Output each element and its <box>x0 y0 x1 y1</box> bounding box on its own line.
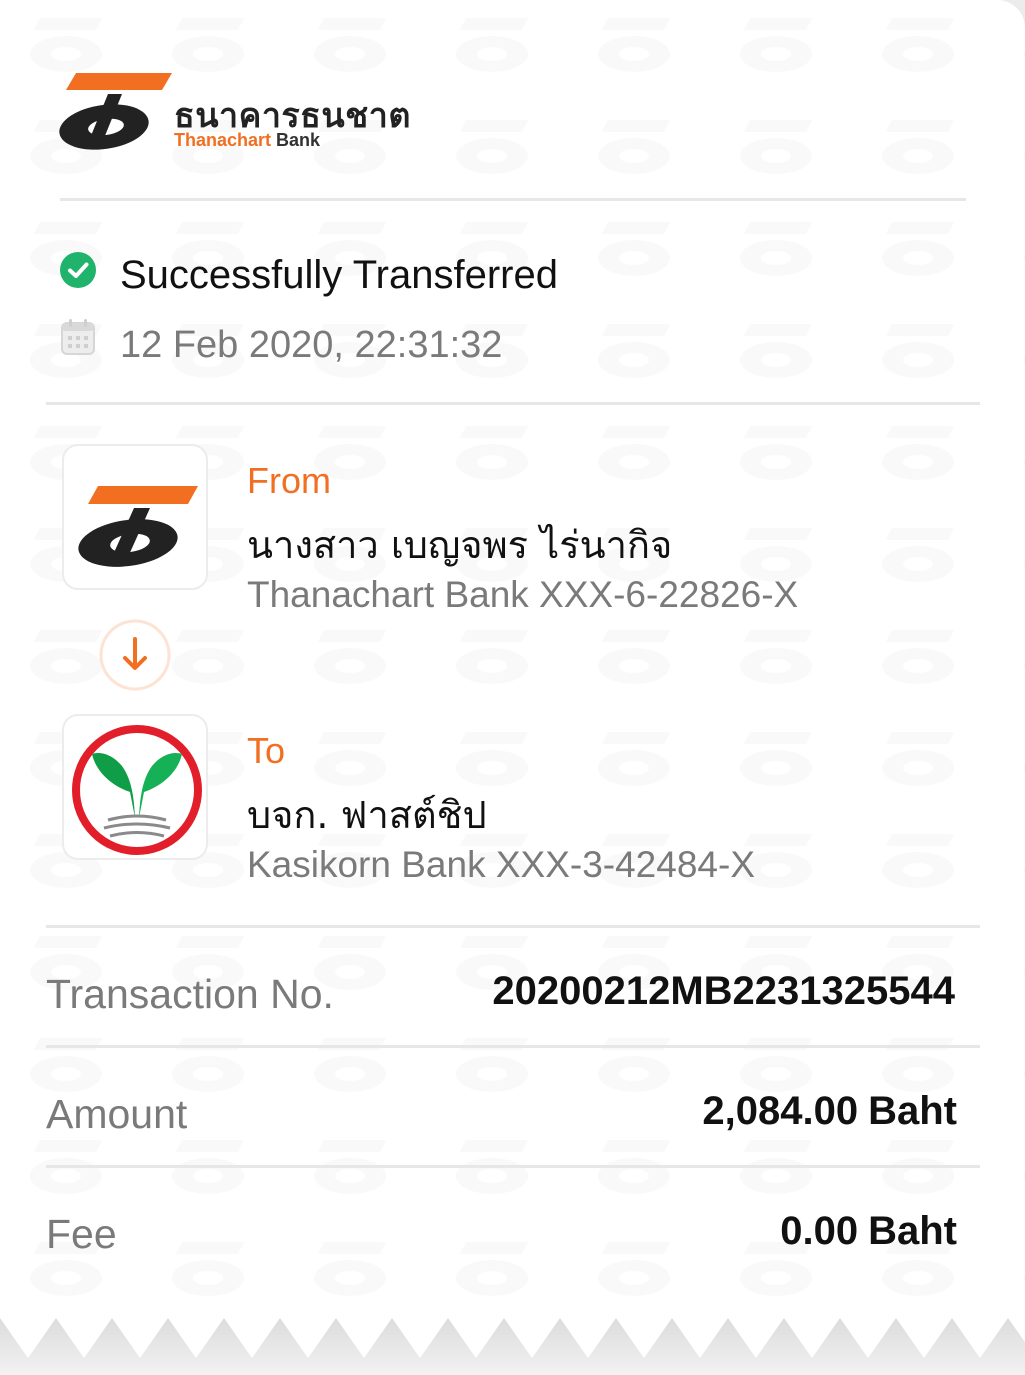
to-label: To <box>247 730 286 771</box>
transfer-datetime: 12 Feb 2020, 22:31:32 <box>120 324 503 366</box>
amount-value: 2,084.00 Baht <box>702 1089 957 1134</box>
from-account: Thanachart Bank XXX-6-22826-X <box>247 574 799 615</box>
transfer-receipt: ธนาคารธนชาต Thanachart Bank Successfully… <box>0 0 1025 1318</box>
brand-name-part-2: Bank <box>276 130 321 150</box>
brand-name-part-1: Thanachart <box>174 130 272 150</box>
to-name: บจก. ฟาสต์ชิป <box>247 793 487 837</box>
to-account: Kasikorn Bank XXX-3-42484-X <box>247 844 755 885</box>
status-divider <box>46 402 980 405</box>
receipt-zigzag-edge <box>0 1318 1025 1375</box>
amount-divider <box>46 1165 980 1168</box>
from-label: From <box>247 460 331 501</box>
transaction-no-label: Transaction No. <box>46 971 334 1017</box>
amount-unit: Baht <box>868 1089 957 1133</box>
fee-unit: Baht <box>868 1209 957 1253</box>
transaction-divider <box>46 1045 980 1048</box>
check-circle-icon <box>60 252 96 288</box>
to-bank-tile <box>62 714 208 860</box>
kasikorn-logo-icon <box>72 725 202 855</box>
amount-label: Amount <box>46 1091 188 1137</box>
calendar-icon <box>61 319 95 355</box>
fee-number: 0.00 <box>780 1209 859 1253</box>
fee-label: Fee <box>46 1211 117 1257</box>
arrow-down-icon <box>99 619 171 691</box>
from-bank-tile <box>62 444 208 590</box>
thanachart-logo-icon <box>59 73 172 150</box>
brand-name-english: Thanachart Bank <box>174 130 320 151</box>
status-text: Successfully Transferred <box>120 253 558 297</box>
transaction-no-value: 20200212MB2231325544 <box>492 969 955 1013</box>
thanachart-logo-icon <box>78 486 198 567</box>
fee-value: 0.00 Baht <box>780 1209 957 1254</box>
parties-divider <box>46 925 980 928</box>
amount-number: 2,084.00 <box>702 1089 859 1133</box>
from-name: นางสาว เบญจพร ไร่นากิจ <box>247 523 673 567</box>
header-divider <box>60 198 966 201</box>
